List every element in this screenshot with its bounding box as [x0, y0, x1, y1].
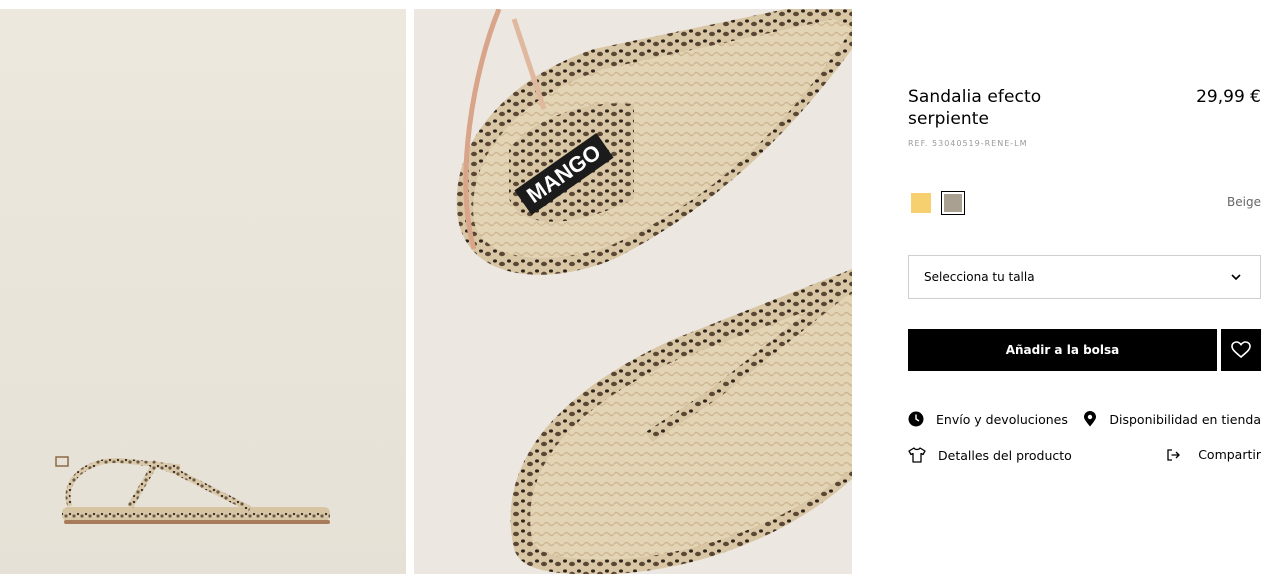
clock-icon: [908, 411, 924, 427]
product-info-panel: Sandalia efecto serpiente 29,99 € REF. 5…: [908, 0, 1261, 574]
wishlist-button[interactable]: [1221, 329, 1261, 371]
size-select-placeholder: Selecciona tu talla: [924, 270, 1035, 284]
tshirt-icon: [908, 447, 926, 463]
product-details-link[interactable]: Detalles del producto: [908, 447, 1072, 463]
color-swatch-beige-fill: [944, 194, 962, 212]
store-availability-label: Disponibilidad en tienda: [1109, 411, 1261, 427]
product-photo-side[interactable]: [0, 9, 406, 574]
share-icon: [1167, 448, 1181, 461]
color-swatch-yellow[interactable]: [911, 193, 931, 213]
store-availability-link[interactable]: Disponibilidad en tienda: [1083, 411, 1261, 427]
product-photo-closeup[interactable]: MANGO: [414, 9, 852, 574]
size-select[interactable]: Selecciona tu talla: [908, 255, 1261, 299]
selected-color-name: Beige: [1227, 195, 1261, 209]
add-to-bag-button[interactable]: Añadir a la bolsa: [908, 329, 1217, 371]
product-reference: REF. 53040519-RENE-LM: [908, 139, 1028, 148]
location-pin-icon: [1084, 411, 1097, 427]
heart-icon: [1231, 341, 1251, 359]
shipping-returns-link[interactable]: Envío y devoluciones: [908, 411, 1068, 427]
product-title: Sandalia efecto serpiente: [908, 87, 1042, 129]
product-price: 29,99 €: [1196, 87, 1261, 107]
shipping-returns-label: Envío y devoluciones: [936, 411, 1068, 427]
sandal-closeup-image: MANGO: [414, 9, 852, 574]
sandal-side-image: [0, 9, 406, 574]
share-link[interactable]: Compartir: [1167, 447, 1261, 462]
color-swatch-beige[interactable]: [941, 191, 965, 215]
share-label: Compartir: [1198, 447, 1261, 462]
product-details-label: Detalles del producto: [938, 447, 1072, 463]
chevron-down-icon: [1231, 274, 1241, 281]
